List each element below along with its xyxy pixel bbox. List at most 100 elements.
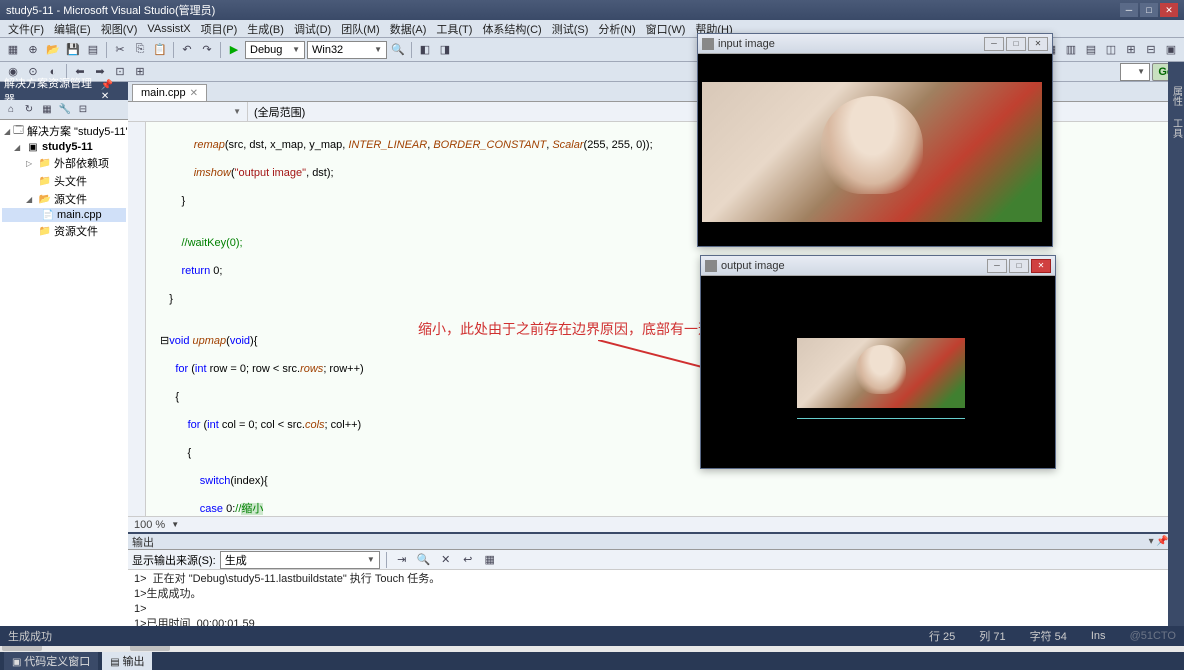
output-image-window[interactable]: output image ─ □ ✕ [700, 255, 1056, 469]
title-bar: study5-11 - Microsoft Visual Studio(管理员)… [0, 0, 1184, 20]
tree-maincpp[interactable]: 📄main.cpp [2, 208, 126, 222]
input-window-title: input image [718, 38, 980, 50]
tb-ext-5[interactable]: ⊞ [1122, 41, 1140, 59]
window-icon [702, 38, 714, 50]
app-title: study5-11 - Microsoft Visual Studio(管理员) [6, 2, 1120, 18]
status-char: 字符 54 [1030, 628, 1067, 644]
menu-tools[interactable]: 工具(T) [432, 21, 476, 37]
tb-ext-2[interactable]: ▥ [1062, 41, 1080, 59]
tree-solution[interactable]: ◢🗔解决方案 "study5-11" (1 个项 [2, 122, 126, 140]
se-showall-icon[interactable]: ▦ [39, 102, 55, 118]
tree-headers[interactable]: 📁头文件 [2, 172, 126, 190]
input-max-button[interactable]: □ [1006, 37, 1026, 51]
tb-ext-7[interactable]: ▣ [1162, 41, 1180, 59]
platform-combo[interactable]: Win32▼ [307, 41, 387, 59]
output-image-body [701, 276, 1055, 468]
out-goto-icon[interactable]: ⇥ [393, 551, 411, 569]
bottom-tab-bar: ▣ 代码定义窗口 ▤ 输出 [0, 652, 1184, 670]
output-photo [797, 338, 965, 408]
watermark: @51CTO [1130, 630, 1176, 642]
window-icon [705, 260, 717, 272]
solution-tree[interactable]: ◢🗔解决方案 "study5-11" (1 个项 ◢▣study5-11 ▷📁外… [0, 120, 128, 638]
menu-build[interactable]: 生成(B) [243, 21, 288, 37]
menu-project[interactable]: 项目(P) [197, 21, 242, 37]
undo-icon[interactable]: ↶ [178, 41, 196, 59]
redo-icon[interactable]: ↷ [198, 41, 216, 59]
se-collapse-icon[interactable]: ⊟ [75, 102, 91, 118]
btab-codedefs[interactable]: ▣ 代码定义窗口 [4, 652, 98, 670]
scope-combo[interactable]: (全局范围)▼ [248, 102, 716, 121]
menu-arch[interactable]: 体系结构(C) [478, 21, 545, 37]
tb-icon-2[interactable]: ◨ [436, 41, 454, 59]
maximize-button[interactable]: □ [1140, 3, 1158, 17]
menu-data[interactable]: 数据(A) [386, 21, 431, 37]
output-source-label: 显示输出来源(S): [132, 552, 216, 568]
open-icon[interactable]: 📂 [44, 41, 62, 59]
menu-window[interactable]: 窗口(W) [642, 21, 690, 37]
out-find-icon[interactable]: 🔍 [415, 551, 433, 569]
tb2-icon-6[interactable]: ⊡ [111, 63, 129, 81]
cut-icon[interactable]: ✂ [111, 41, 129, 59]
input-image-body [698, 54, 1052, 246]
search-box[interactable]: ▼ [1120, 63, 1150, 81]
out-wrap-icon[interactable]: ↩ [459, 551, 477, 569]
config-combo[interactable]: Debug▼ [245, 41, 305, 59]
status-build: 生成成功 [8, 628, 905, 644]
menu-team[interactable]: 团队(M) [337, 21, 384, 37]
menu-edit[interactable]: 编辑(E) [50, 21, 95, 37]
input-close-button[interactable]: ✕ [1028, 37, 1048, 51]
output-close-button[interactable]: ✕ [1031, 259, 1051, 273]
se-home-icon[interactable]: ⌂ [3, 102, 19, 118]
se-props-icon[interactable]: 🔧 [57, 102, 73, 118]
tab-maincpp[interactable]: main.cpp ✕ [132, 84, 207, 101]
nav-left-combo[interactable]: ▼ [128, 102, 248, 121]
start-debug-icon[interactable]: ▶ [225, 41, 243, 59]
tb-ext-6[interactable]: ⊟ [1142, 41, 1160, 59]
status-ins: Ins [1091, 630, 1106, 642]
right-sidebar: 属性 工具 [1168, 62, 1184, 626]
save-icon[interactable]: 💾 [64, 41, 82, 59]
minimize-button[interactable]: ─ [1120, 3, 1138, 17]
paste-icon[interactable]: 📋 [151, 41, 169, 59]
zoom-level[interactable]: 100 % [134, 519, 165, 531]
tb2-icon-7[interactable]: ⊞ [131, 63, 149, 81]
input-min-button[interactable]: ─ [984, 37, 1004, 51]
copy-icon[interactable]: ⎘ [131, 41, 149, 59]
tb-ext-4[interactable]: ◫ [1102, 41, 1120, 59]
tree-sources[interactable]: ◢📂源文件 [2, 190, 126, 208]
tb-icon-1[interactable]: ◧ [416, 41, 434, 59]
rs-item-1[interactable]: 属性 [1168, 82, 1184, 110]
output-min-button[interactable]: ─ [987, 259, 1007, 273]
output-underline [797, 418, 965, 419]
output-title: 输出 [132, 534, 154, 550]
tree-resources[interactable]: 📁资源文件 [2, 222, 126, 240]
close-button[interactable]: ✕ [1160, 3, 1178, 17]
input-image-window[interactable]: input image ─ □ ✕ [697, 33, 1053, 247]
save-all-icon[interactable]: ▤ [84, 41, 102, 59]
menu-vassistx[interactable]: VAssistX [143, 23, 194, 35]
status-col: 列 71 [979, 628, 1005, 644]
pin-icon[interactable]: 📌 ✕ [101, 80, 124, 102]
tree-project[interactable]: ◢▣study5-11 [2, 140, 126, 154]
input-photo [702, 82, 1042, 222]
se-refresh-icon[interactable]: ↻ [21, 102, 37, 118]
new-project-icon[interactable]: ▦ [4, 41, 22, 59]
menu-file[interactable]: 文件(F) [4, 21, 48, 37]
tree-deps[interactable]: ▷📁外部依赖项 [2, 154, 126, 172]
output-max-button[interactable]: □ [1009, 259, 1029, 273]
solution-explorer-panel: 解决方案资源管理器 📌 ✕ ⌂ ↻ ▦ 🔧 ⊟ ◢🗔解决方案 "study5-1… [0, 82, 128, 652]
tab-close-icon[interactable]: ✕ [190, 88, 198, 99]
find-icon[interactable]: 🔍 [389, 41, 407, 59]
menu-test[interactable]: 测试(S) [548, 21, 593, 37]
tb-ext-3[interactable]: ▤ [1082, 41, 1100, 59]
status-bar: 生成成功 行 25 列 71 字符 54 Ins @51CTO [0, 626, 1184, 646]
rs-item-2[interactable]: 工具 [1168, 114, 1184, 142]
menu-debug[interactable]: 调试(D) [290, 21, 335, 37]
btab-output[interactable]: ▤ 输出 [102, 652, 152, 670]
menu-analyze[interactable]: 分析(N) [594, 21, 639, 37]
menu-view[interactable]: 视图(V) [97, 21, 142, 37]
out-clear-icon[interactable]: ✕ [437, 551, 455, 569]
output-source-combo[interactable]: 生成▼ [220, 551, 380, 569]
add-item-icon[interactable]: ⊕ [24, 41, 42, 59]
out-tool5-icon[interactable]: ▦ [481, 551, 499, 569]
